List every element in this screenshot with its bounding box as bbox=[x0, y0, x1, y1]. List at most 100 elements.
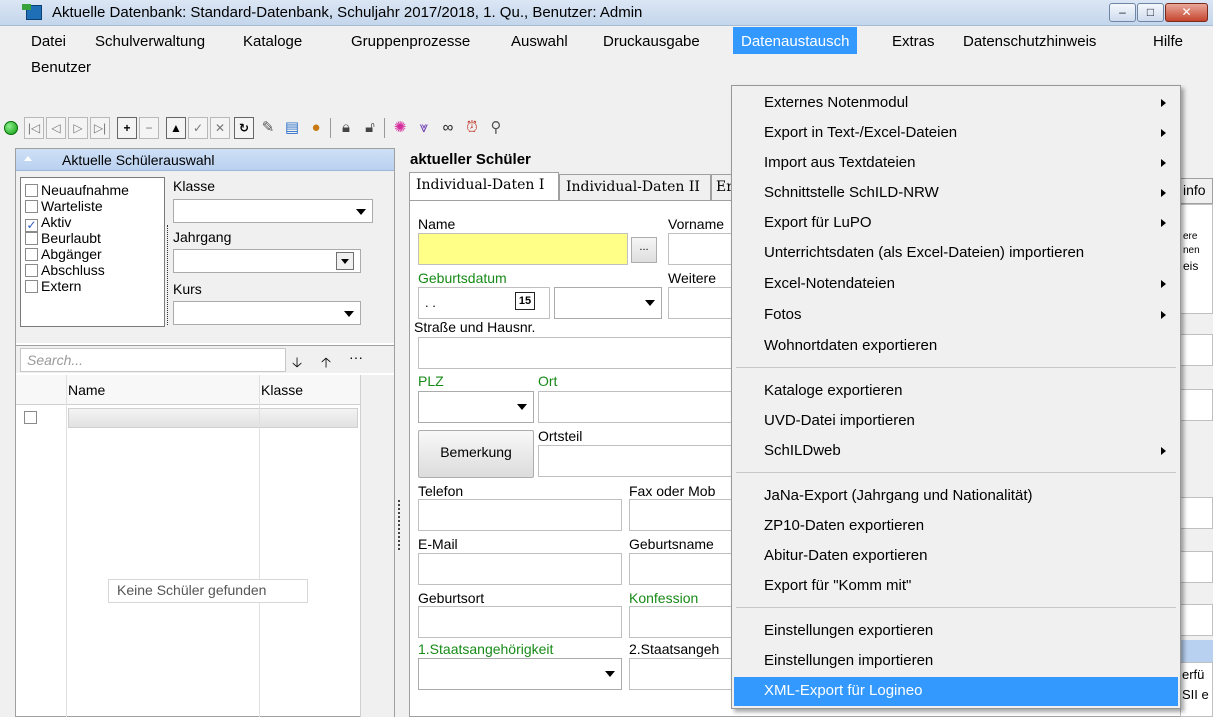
checkbox[interactable] bbox=[25, 200, 38, 213]
panel-header[interactable]: Aktuelle Schülerauswahl bbox=[16, 149, 394, 171]
filter-icon[interactable]: ✎ bbox=[258, 118, 278, 138]
email-field[interactable] bbox=[418, 553, 622, 585]
geburtsort-field[interactable] bbox=[418, 606, 622, 638]
copy-icon[interactable]: ▤ bbox=[282, 118, 302, 138]
wand-icon[interactable]: ⚲ bbox=[486, 118, 506, 138]
geburtsname-field[interactable] bbox=[629, 553, 732, 585]
sort-up-icon[interactable]: 🡡 bbox=[321, 352, 331, 376]
sort-down-icon[interactable]: 🡣 bbox=[292, 352, 302, 376]
first-record-button[interactable]: |◁ bbox=[24, 117, 44, 139]
menu-item-unterrichtsdaten-import[interactable]: Unterrichtsdaten (als Excel-Dateien) imp… bbox=[734, 239, 1178, 268]
telefon-field[interactable] bbox=[418, 499, 622, 531]
add-record-button[interactable]: + bbox=[117, 117, 137, 139]
menu-item-export-lupo[interactable]: Export für LuPO bbox=[734, 209, 1178, 238]
menu-item-jana-export[interactable]: JaNa-Export (Jahrgang und Nationalität) bbox=[734, 482, 1178, 511]
menu-item-schildweb[interactable]: SchILDweb bbox=[734, 437, 1178, 466]
menu-item-wohnortdaten-export[interactable]: Wohnortdaten exportieren bbox=[734, 332, 1178, 361]
colorful-icon[interactable]: ✺ bbox=[390, 118, 410, 138]
menu-kataloge[interactable]: Kataloge bbox=[243, 30, 302, 52]
menu-gruppenprozesse[interactable]: Gruppenprozesse bbox=[351, 30, 470, 52]
side-field[interactable] bbox=[1180, 497, 1213, 529]
konfession-field[interactable] bbox=[629, 606, 732, 638]
status-option[interactable]: Beurlaubt bbox=[25, 230, 101, 246]
weitere-field[interactable] bbox=[668, 287, 732, 319]
kurs-combo[interactable] bbox=[173, 301, 361, 325]
next-record-button[interactable]: ▷ bbox=[68, 117, 88, 139]
user-icon[interactable]: ● bbox=[306, 118, 326, 138]
staat2-field[interactable] bbox=[629, 658, 732, 690]
jahrgang-combo[interactable] bbox=[173, 249, 361, 273]
plz-combo[interactable] bbox=[418, 391, 534, 423]
menu-datenschutzhinweis[interactable]: Datenschutzhinweis bbox=[963, 30, 1096, 52]
checkbox[interactable] bbox=[25, 232, 38, 245]
splitter-grip[interactable] bbox=[398, 500, 400, 550]
name-field[interactable] bbox=[418, 233, 628, 265]
bemerkung-button[interactable]: Bemerkung bbox=[418, 430, 534, 478]
refresh-button[interactable]: ↻ bbox=[234, 117, 254, 139]
fax-field[interactable] bbox=[629, 499, 732, 531]
status-option[interactable]: Warteliste bbox=[25, 198, 103, 214]
checkbox[interactable] bbox=[25, 280, 38, 293]
status-option[interactable]: Extern bbox=[25, 278, 81, 294]
menu-schulverwaltung[interactable]: Schulverwaltung bbox=[95, 30, 205, 52]
minimize-button[interactable]: – bbox=[1109, 3, 1136, 22]
dropdown-button[interactable] bbox=[336, 252, 354, 270]
menu-extras[interactable]: Extras bbox=[892, 30, 935, 52]
menu-item-import-textdateien[interactable]: Import aus Textdateien bbox=[734, 149, 1178, 178]
name-lookup-button[interactable]: ... bbox=[631, 237, 657, 263]
menu-item-schnittstelle-schild[interactable]: Schnittstelle SchILD-NRW bbox=[734, 179, 1178, 208]
up-button[interactable]: ▲ bbox=[166, 117, 186, 139]
post-button[interactable]: ✓ bbox=[188, 117, 208, 139]
strasse-field[interactable] bbox=[418, 337, 732, 369]
alarm-clock-icon[interactable]: ⏰︎ bbox=[462, 118, 482, 138]
lock-icon[interactable]: 🔒︎ bbox=[336, 118, 356, 138]
klasse-combo[interactable] bbox=[173, 199, 373, 223]
checkbox[interactable] bbox=[25, 264, 38, 277]
side-field[interactable] bbox=[1180, 604, 1213, 636]
search-input[interactable]: Search... bbox=[20, 348, 286, 372]
menu-item-zp10-export[interactable]: ZP10-Daten exportieren bbox=[734, 512, 1178, 541]
cancel-edit-button[interactable]: ✕ bbox=[210, 117, 230, 139]
menu-auswahl[interactable]: Auswahl bbox=[511, 30, 568, 52]
checkbox[interactable] bbox=[25, 248, 38, 261]
binoculars-icon[interactable]: ∞ bbox=[438, 118, 458, 138]
menu-item-einstellungen-import[interactable]: Einstellungen importieren bbox=[734, 647, 1178, 676]
status-option[interactable]: Abschluss bbox=[25, 262, 105, 278]
ort-field[interactable] bbox=[538, 391, 732, 423]
menu-item-uvd-import[interactable]: UVD-Datei importieren bbox=[734, 407, 1178, 436]
ortsteil-field[interactable] bbox=[538, 445, 732, 477]
maximize-button[interactable]: □ bbox=[1137, 3, 1164, 22]
calendar-icon[interactable]: 15 bbox=[515, 292, 535, 310]
checkbox[interactable] bbox=[25, 184, 38, 197]
prev-record-button[interactable]: ◁ bbox=[46, 117, 66, 139]
menu-hilfe[interactable]: Hilfe bbox=[1153, 30, 1183, 52]
tab-individual-daten-2[interactable]: Individual-Daten II bbox=[559, 174, 711, 200]
menu-item-xml-export-logineo[interactable]: XML-Export für Logineo bbox=[734, 677, 1178, 706]
side-field[interactable] bbox=[1180, 334, 1213, 366]
tab-individual-daten-1[interactable]: Individual-Daten I bbox=[409, 172, 559, 201]
menu-item-komm-mit-export[interactable]: Export für "Komm mit" bbox=[734, 572, 1178, 601]
tab-info[interactable]: info bbox=[1180, 178, 1213, 204]
vorname-field[interactable] bbox=[668, 233, 732, 265]
menu-druckausgabe[interactable]: Druckausgabe bbox=[603, 30, 700, 52]
panel-splitter[interactable] bbox=[395, 148, 405, 717]
menu-datenaustausch[interactable]: Datenaustausch bbox=[733, 27, 858, 54]
status-option[interactable]: Neuaufnahme bbox=[25, 182, 129, 198]
filter-cell[interactable] bbox=[68, 408, 358, 428]
menu-item-abitur-export[interactable]: Abitur-Daten exportieren bbox=[734, 542, 1178, 571]
staat1-combo[interactable] bbox=[418, 658, 622, 690]
geburtsdatum-field[interactable]: . . 15 bbox=[418, 287, 550, 319]
more-icon[interactable]: ··· bbox=[349, 349, 363, 365]
funnel-icon[interactable]: ⩔ bbox=[414, 118, 434, 138]
menu-item-excel-notendateien[interactable]: Excel-Notendateien bbox=[734, 270, 1178, 299]
grid-scrollbar[interactable] bbox=[360, 375, 394, 717]
menu-item-einstellungen-export[interactable]: Einstellungen exportieren bbox=[734, 617, 1178, 646]
side-field[interactable] bbox=[1180, 389, 1213, 421]
menu-item-export-text-excel[interactable]: Export in Text-/Excel-Dateien bbox=[734, 119, 1178, 148]
col-klasse[interactable]: Klasse bbox=[261, 382, 303, 398]
last-record-button[interactable]: ▷| bbox=[90, 117, 110, 139]
side-field[interactable] bbox=[1180, 551, 1213, 583]
close-button[interactable]: ✕ bbox=[1165, 3, 1208, 22]
select-all-checkbox[interactable] bbox=[24, 411, 37, 424]
collapse-icon[interactable] bbox=[24, 156, 32, 161]
